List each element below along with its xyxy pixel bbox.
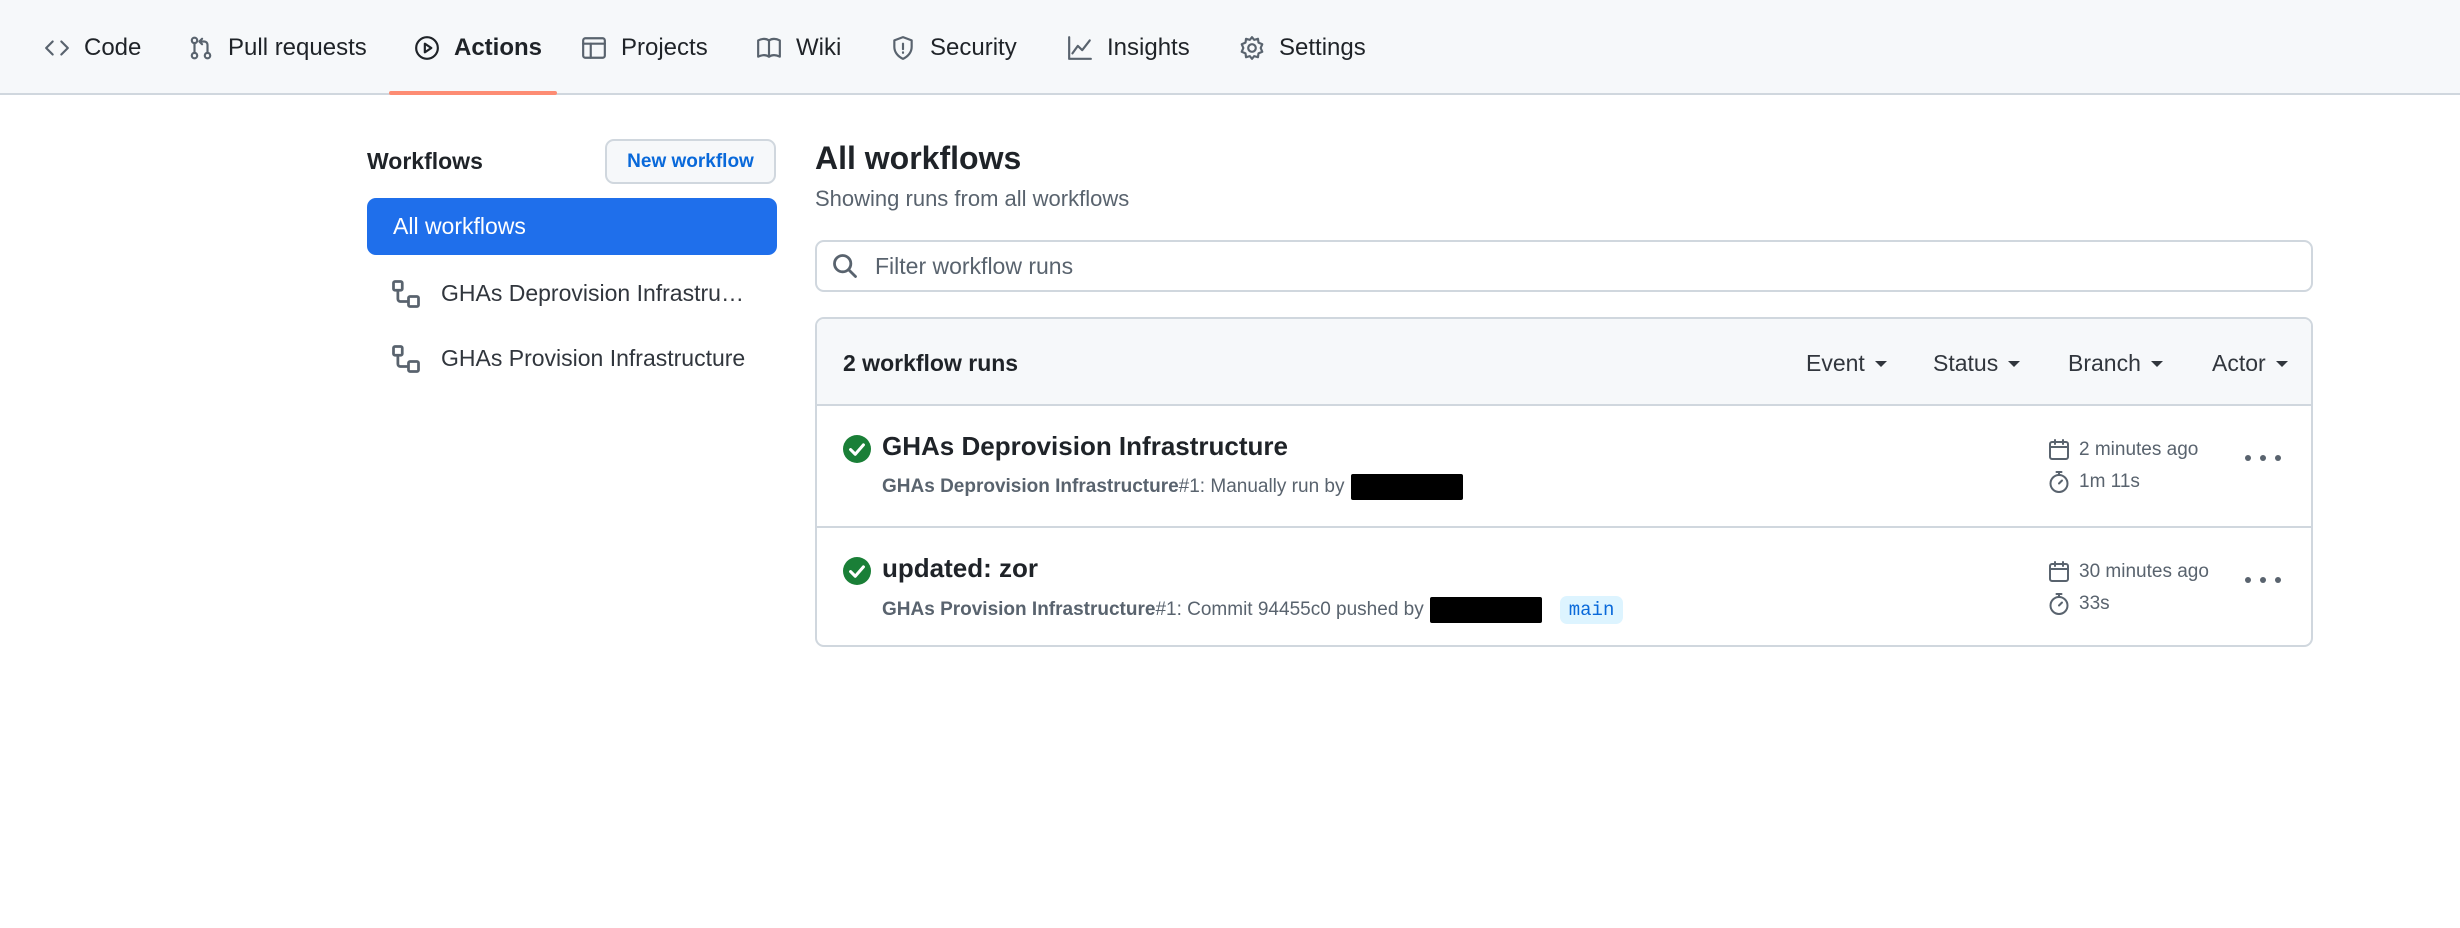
page-subtitle: Showing runs from all workflows [815, 186, 1130, 211]
graph-icon [1068, 35, 1092, 60]
run-meta: GHAs Deprovision Infrastructure #1: Manu… [882, 474, 1463, 500]
redacted-username [1429, 597, 1542, 623]
repo-nav: Code Pull requests Actions Projects Wiki… [0, 0, 2460, 95]
run-meta: GHAs Provision Infrastructure #1: Commit… [882, 596, 1624, 624]
tab-pull-requests[interactable]: Pull requests [188, 0, 367, 95]
tab-actions[interactable]: Actions [414, 0, 542, 95]
run-workflow-name: GHAs Deprovision Infrastructure [882, 476, 1179, 497]
run-options-kebab-icon[interactable] [2245, 448, 2281, 468]
dropdown-label: Event [1806, 350, 1865, 376]
run-title-link[interactable]: GHAs Deprovision Infrastructure [882, 431, 1288, 462]
run-meta-text: #1: Manually run by [1178, 476, 1345, 497]
run-title-link[interactable]: updated: zor [882, 553, 1038, 584]
runs-list-header: 2 workflow runs Event Status Branch Acto… [817, 319, 2311, 406]
run-duration: 33s [2047, 592, 2110, 616]
check-circle-icon [843, 435, 871, 463]
run-when-text: 30 minutes ago [2079, 561, 2209, 582]
workflow-icon [392, 344, 420, 373]
tab-label: Projects [621, 33, 708, 61]
run-when-text: 2 minutes ago [2079, 439, 2199, 460]
code-icon [45, 39, 69, 56]
workflow-runs-list: 2 workflow runs Event Status Branch Acto… [815, 317, 2313, 647]
tab-label: Settings [1279, 33, 1366, 61]
sidebar-item-provision[interactable]: GHAs Provision Infrastructure [367, 330, 777, 387]
sidebar-item-label: All workflows [393, 213, 526, 239]
workflow-run-row[interactable]: GHAs Deprovision Infrastructure GHAs Dep… [817, 406, 2311, 524]
sidebar-heading: Workflows [367, 148, 483, 174]
tab-label: Pull requests [228, 33, 367, 61]
calendar-icon [2049, 439, 2069, 460]
branch-filter-dropdown[interactable]: Branch [2068, 350, 2163, 377]
run-duration-text: 1m 11s [2079, 471, 2140, 492]
sidebar-item-label: GHAs Provision Infrastructure [441, 345, 746, 371]
run-timestamp: 30 minutes ago [2047, 560, 2209, 584]
filter-runs-input[interactable] [875, 252, 2275, 280]
run-duration-text: 33s [2079, 593, 2110, 614]
workflow-run-row[interactable]: updated: zor GHAs Provision Infrastructu… [817, 526, 2311, 644]
calendar-icon [2049, 561, 2069, 582]
filter-runs-box [815, 240, 2313, 292]
gear-icon [1240, 35, 1264, 60]
tab-wiki[interactable]: Wiki [756, 0, 841, 95]
runs-count: 2 workflow runs [843, 350, 1019, 376]
book-icon [757, 37, 781, 58]
active-tab-underline [389, 91, 557, 95]
sidebar-item-all-workflows[interactable]: All workflows [367, 198, 777, 255]
status-filter-dropdown[interactable]: Status [1933, 350, 2021, 377]
caret-down-icon [2275, 360, 2288, 367]
run-meta-text: #1: Commit 94455c0 pushed by [1155, 599, 1424, 620]
actor-filter-dropdown[interactable]: Actor [2212, 350, 2288, 377]
play-icon [415, 35, 439, 60]
tab-label: Insights [1107, 33, 1190, 61]
stopwatch-icon [2049, 471, 2069, 493]
search-icon [833, 254, 857, 278]
stopwatch-icon [2049, 593, 2069, 615]
dropdown-label: Status [1933, 350, 1999, 376]
sidebar-item-label: GHAs Deprovision Infrastructure [441, 280, 753, 306]
sidebar-item-deprovision[interactable]: GHAs Deprovision Infrastructure [367, 265, 777, 322]
tab-settings[interactable]: Settings [1239, 0, 1366, 95]
tab-label: Wiki [796, 33, 842, 61]
run-timestamp: 2 minutes ago [2047, 438, 2198, 462]
workflow-icon [392, 279, 420, 308]
pull-request-icon [190, 36, 212, 59]
tab-code[interactable]: Code [44, 0, 141, 95]
caret-down-icon [1874, 360, 1887, 367]
tab-security[interactable]: Security [890, 0, 1017, 95]
run-options-kebab-icon[interactable] [2245, 570, 2281, 590]
caret-down-icon [2150, 360, 2163, 367]
table-icon [582, 36, 606, 59]
shield-icon [893, 35, 913, 60]
tab-insights[interactable]: Insights [1067, 0, 1190, 95]
new-workflow-button[interactable]: New workflow [605, 139, 776, 184]
caret-down-icon [2008, 360, 2021, 367]
run-duration: 1m 11s [2047, 470, 2140, 494]
dropdown-label: Actor [2212, 350, 2266, 376]
tab-label: Security [930, 33, 1017, 61]
tab-projects[interactable]: Projects [581, 0, 708, 95]
tab-label: Code [84, 33, 142, 61]
check-circle-icon [843, 557, 871, 585]
branch-tag[interactable]: main [1559, 596, 1624, 624]
tab-label: Actions [454, 33, 543, 61]
run-workflow-name: GHAs Provision Infrastructure [882, 599, 1156, 620]
page-title: All workflows [815, 140, 1022, 176]
dropdown-label: Branch [2068, 350, 2141, 376]
event-filter-dropdown[interactable]: Event [1806, 350, 1887, 377]
redacted-username [1350, 474, 1463, 500]
